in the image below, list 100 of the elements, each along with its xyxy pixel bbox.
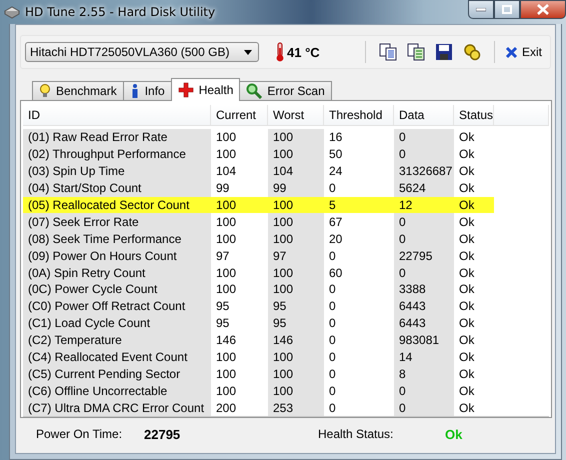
table-cell-text: 100 — [215, 214, 238, 230]
table-cell-text: Ok — [458, 400, 476, 416]
table-cell: 6443 — [394, 298, 454, 315]
table-cell: (C7) Ultra DMA CRC Error Count — [23, 399, 211, 416]
caret-icon — [244, 50, 252, 54]
table-cell-text: Ok — [458, 163, 476, 180]
table-cell: 0 — [394, 129, 454, 146]
table-cell: (C5) Current Pending Sector — [23, 365, 211, 382]
column-header[interactable]: Data — [394, 105, 454, 125]
column-header[interactable]: ID — [23, 105, 211, 125]
tab[interactable]: Error Scan — [239, 81, 332, 100]
window-title: HD Tune 2.55 - Hard Disk Utility — [25, 5, 216, 19]
table-cell-text: 0 — [328, 298, 337, 315]
tab[interactable]: Info — [122, 81, 172, 100]
table-row[interactable]: (0C) Power Cycle Count 100 100 0 3388 Ok — [23, 281, 549, 298]
table-row[interactable]: (07) Seek Error Rate 100 100 67 0 Ok — [23, 213, 549, 230]
table-row[interactable]: (04) Start/Stop Count 99 99 0 5624 Ok — [23, 180, 549, 197]
table-cell: 100 — [268, 382, 324, 400]
table-cell: (03) Spin Up Time — [23, 162, 211, 180]
tab[interactable]: Health — [170, 78, 240, 101]
exit-button[interactable]: Exit — [502, 43, 544, 61]
maximize-button[interactable] — [494, 0, 520, 19]
health-status-value: Ok — [445, 426, 462, 442]
close-icon — [537, 4, 549, 15]
table-cell-text: Ok — [458, 129, 476, 146]
table-row[interactable]: (C7) Ultra DMA CRC Error Count 200 253 0 0 Ok — [23, 399, 549, 416]
column-header[interactable]: Status — [454, 105, 494, 125]
power-on-value: 22795 — [144, 426, 182, 442]
table-cell-text: Ok — [458, 349, 476, 366]
table-cell: 100 — [268, 213, 324, 230]
table-cell-text: 146 — [215, 332, 238, 349]
table-cell-text: 100 — [215, 281, 238, 298]
table-cell-text: 100 — [215, 366, 238, 382]
table-cell-text: 95 — [215, 315, 230, 332]
column-header[interactable]: Current — [211, 105, 268, 125]
table-cell: 100 — [268, 129, 324, 146]
settings-icon[interactable] — [462, 43, 481, 61]
table-cell-text: 0 — [328, 382, 337, 400]
table-cell: (09) Power On Hours Count — [23, 247, 211, 264]
table-row[interactable]: (C1) Load Cycle Count 95 95 0 6443 Ok — [23, 314, 549, 332]
table-cell: 5 — [324, 196, 394, 214]
table-row[interactable]: (C0) Power Off Retract Count 95 95 0 6443 Ok — [23, 298, 549, 315]
table-cell-text: 0 — [328, 332, 337, 349]
table-cell-text: 20 — [328, 230, 344, 248]
copy-icon[interactable] — [378, 43, 397, 61]
table-cell: 100 — [268, 264, 324, 282]
drive-dropdown[interactable]: Hitachi HDT725050VLA360 (500 GB) — [25, 42, 259, 62]
tab[interactable]: Benchmark — [32, 81, 124, 100]
table-cell: (0A) Spin Retry Count — [23, 264, 211, 282]
close-button[interactable] — [520, 0, 566, 19]
cross-icon — [178, 82, 194, 98]
table-row[interactable]: (01) Raw Read Error Rate 100 100 16 0 Ok — [23, 129, 549, 146]
table-cell: 104 — [268, 162, 324, 180]
table-row[interactable]: (0A) Spin Retry Count 100 100 60 0 Ok — [23, 264, 549, 282]
column-header[interactable]: Worst — [268, 105, 324, 125]
table-cell-text: Ok — [458, 264, 476, 282]
column-header[interactable]: Threshold — [324, 105, 394, 125]
table-row[interactable]: (C5) Current Pending Sector 100 100 0 8 Ok — [23, 365, 549, 382]
table-cell-text: Ok — [458, 366, 476, 382]
table-cell-text: 67 — [328, 214, 344, 230]
table-cell-text: 16 — [328, 129, 344, 146]
table-cell-text: 100 — [215, 146, 238, 163]
maximize-icon — [502, 5, 512, 14]
table-cell: (02) Throughput Performance — [23, 146, 211, 163]
table-cell: 99 — [268, 180, 324, 197]
info-icon — [130, 83, 140, 99]
table-cell-text: 97 — [215, 248, 230, 264]
table-cell: 95 — [268, 298, 324, 315]
table-row[interactable]: (C4) Reallocated Event Count 100 100 0 14 Ok — [23, 348, 549, 366]
table-cell-text: 24 — [328, 163, 344, 180]
table-cell: 983081 — [394, 332, 454, 349]
table-row[interactable]: (C6) Offline Uncorrectable 100 100 0 0 Ok — [23, 382, 549, 400]
table-cell-text: 100 — [215, 382, 238, 400]
table-row[interactable]: (05) Reallocated Sector Count 100 100 5 12 Ok — [23, 196, 549, 214]
table-cell-text: 0 — [328, 248, 337, 264]
minimize-button[interactable] — [468, 0, 494, 19]
table-row[interactable]: (03) Spin Up Time 104 104 24 31326687 Ok — [23, 162, 549, 180]
table-cell-text: 100 — [215, 264, 238, 282]
table-row[interactable]: (C2) Temperature 146 146 0 983081 Ok — [23, 332, 549, 349]
table-cell: 12 — [394, 196, 454, 214]
save-icon[interactable] — [434, 43, 453, 61]
table-cell: 100 — [211, 196, 268, 214]
table-cell-text: Ok — [458, 180, 476, 197]
copy-icon[interactable] — [406, 43, 425, 61]
table-cell: 8 — [394, 365, 454, 382]
table-cell-text: 0 — [328, 366, 337, 382]
table-cell: 97 — [268, 247, 324, 264]
power-on-label: Power On Time: — [36, 427, 124, 442]
table-row[interactable]: (08) Seek Time Performance 100 100 20 0 Ok — [23, 230, 549, 248]
table-cell: (08) Seek Time Performance — [23, 230, 211, 248]
table-row[interactable]: (02) Throughput Performance 100 100 50 0 Ok — [23, 146, 549, 163]
table-cell: (0C) Power Cycle Count — [23, 281, 211, 298]
table-cell: (05) Reallocated Sector Count — [23, 196, 211, 214]
table-cell: 100 — [268, 146, 324, 163]
table-cell: 146 — [268, 332, 324, 349]
table-cell: 0 — [394, 146, 454, 163]
table-row[interactable]: (09) Power On Hours Count 97 97 0 22795 Ok — [23, 247, 549, 264]
table-cell-text: Ok — [458, 214, 476, 230]
table-cell: (04) Start/Stop Count — [23, 180, 211, 197]
bulb-icon — [39, 83, 51, 99]
